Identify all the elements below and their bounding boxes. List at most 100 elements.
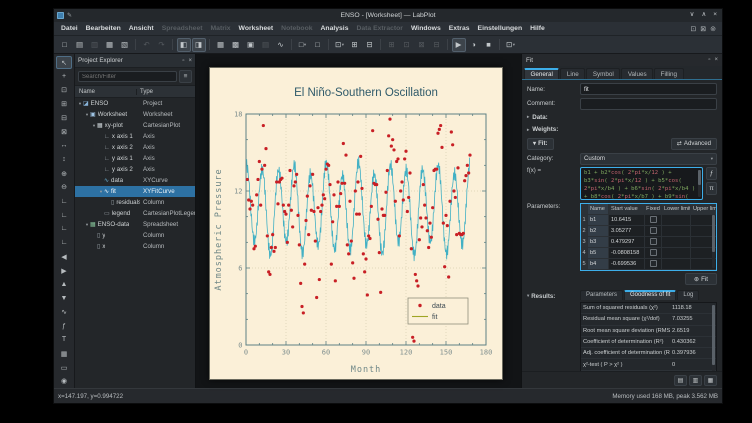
shift-down-y-tool-button[interactable]: ▼ <box>56 292 72 305</box>
column-header-type[interactable]: Type <box>137 89 195 95</box>
filter-options-icon[interactable]: ≡ <box>179 70 192 83</box>
param-start-value-cell[interactable]: -0.699536 <box>609 259 645 269</box>
menu-einstellungen[interactable]: Einstellungen <box>474 25 527 32</box>
zoom-x-select-tool-button[interactable]: ⊞ <box>56 98 72 111</box>
load-template-button[interactable]: ▦ <box>704 375 717 386</box>
section-weights[interactable]: ▸ Weights: <box>527 125 717 135</box>
shift-left-x-tool-button[interactable]: ◀ <box>56 250 72 263</box>
results-tab-log[interactable]: Log <box>677 290 699 300</box>
import-menu-button[interactable]: □▾ <box>296 38 310 52</box>
parameters-scrollbar[interactable] <box>712 215 715 268</box>
param-lower-limit-cell[interactable] <box>662 226 691 236</box>
formula-editor[interactable]: b1 + b2*cos( 2*pi*x/12 ) + b3*sin( 2*pi*… <box>580 167 703 200</box>
tree-row-fit[interactable]: ▾∿fitXYFitCurve <box>75 186 195 197</box>
zoom-in-tool-button[interactable]: ⊕ <box>56 167 72 180</box>
tree-row-enso-data[interactable]: ▾▦ENSO-dataSpreadsheet <box>75 219 195 230</box>
section-fit-button[interactable]: ▾ Fit: <box>527 138 554 150</box>
menu-analysis[interactable]: Analysis <box>317 25 353 32</box>
auto-scale-x-tool-button[interactable]: ↔ <box>56 139 72 152</box>
x-axis-label[interactable]: Month <box>351 365 382 375</box>
zoom-in-button[interactable]: ⊞ <box>348 38 362 52</box>
add-legend-tool-button[interactable]: ▭ <box>56 361 72 374</box>
add-text-tool-button[interactable]: T <box>56 333 72 346</box>
titlebar[interactable]: ✎ ENSO - [Worksheet] — LabPlot ∨ ∧ × <box>54 9 722 22</box>
param-fixed-checkbox[interactable] <box>650 260 657 267</box>
tree-row-x[interactable]: ▯xColumn <box>75 241 195 252</box>
dock-float-icon[interactable]: ▫ <box>708 57 710 63</box>
tab-values[interactable]: Values <box>621 68 653 79</box>
param-fixed-checkbox[interactable] <box>650 238 657 245</box>
new-datapicker-button[interactable]: ∿ <box>274 38 288 52</box>
new-project-button[interactable]: □ <box>58 38 72 52</box>
worksheet-view[interactable]: 0306090120150180061218El Niño-Southern O… <box>196 54 521 388</box>
param-start-value-cell[interactable]: 3.05277 <box>609 226 645 236</box>
minimize-button[interactable]: ∨ <box>690 12 695 19</box>
y-axis-label[interactable]: Atmospheric Pressure <box>214 168 224 290</box>
menu-extras[interactable]: Extras <box>445 25 474 32</box>
open-project-button[interactable]: ▤ <box>73 38 87 52</box>
add-equation-curve-tool-button[interactable]: ƒ <box>56 319 72 332</box>
menu-matrix[interactable]: Matrix <box>207 25 235 32</box>
param-start-value-cell[interactable]: 10.6415 <box>609 215 645 225</box>
tree-row-legend[interactable]: ▭legendCartesianPlotLegend <box>75 208 195 219</box>
menu-data-extractor[interactable]: Data Extractor <box>352 25 406 32</box>
menu-worksheet[interactable]: Worksheet <box>235 25 278 32</box>
pause-button[interactable]: ◑ <box>467 38 481 52</box>
toggle-project-explorer-button[interactable]: ◧ <box>177 38 191 52</box>
section-data[interactable]: ▸ Data: <box>527 112 717 122</box>
new-worksheet-button[interactable]: ▣ <box>244 38 258 52</box>
zoom-out-tool-button[interactable]: ⊖ <box>56 181 72 194</box>
zoom-select-tool-button[interactable]: ⊡ <box>56 84 72 97</box>
search-input[interactable] <box>78 71 177 82</box>
mdi-close-icon[interactable]: ⊠ <box>700 25 706 33</box>
menu-bearbeiten[interactable]: Bearbeiten <box>82 25 125 32</box>
param-lower-limit-cell[interactable] <box>662 237 691 247</box>
param-fixed-checkbox[interactable] <box>650 227 657 234</box>
param-start-value-cell[interactable]: -0.0808158 <box>609 248 645 258</box>
tree-row-data[interactable]: ∿dataXYCurve <box>75 175 195 186</box>
shift-up-y-tool-button[interactable]: ▲ <box>56 278 72 291</box>
reset-settings-button[interactable]: ▤ <box>674 375 687 386</box>
tree-row-y[interactable]: ▯yColumn <box>75 230 195 241</box>
menu-datei[interactable]: Datei <box>57 25 82 32</box>
zoom-in-y-tool-button[interactable]: ∟ <box>56 222 72 235</box>
param-name-cell[interactable]: b2 <box>588 226 609 236</box>
parameter-row-b1[interactable]: 1b110.6415 <box>581 215 716 226</box>
insert-function-button[interactable]: ƒ <box>706 167 717 180</box>
new-matrix-button[interactable]: ▩ <box>229 38 243 52</box>
name-field[interactable] <box>580 83 717 95</box>
dock-close-icon[interactable]: × <box>188 58 192 64</box>
tree-row-xy-plot[interactable]: ▾▦xy-plotCartesianPlot <box>75 120 195 131</box>
insert-constant-button[interactable]: π <box>706 182 717 195</box>
tree-row-residuals[interactable]: ▯residualsColumn <box>75 197 195 208</box>
shift-right-x-tool-button[interactable]: ▶ <box>56 264 72 277</box>
param-name-cell[interactable]: b3 <box>588 237 609 247</box>
auto-scale-tool-button[interactable]: ⊠ <box>56 125 72 138</box>
param-lower-limit-cell[interactable] <box>662 215 691 225</box>
param-lower-limit-cell[interactable] <box>662 259 691 269</box>
close-button[interactable]: × <box>713 12 717 19</box>
tree-column-headers[interactable]: Name Type <box>75 85 195 98</box>
menu-ansicht[interactable]: Ansicht <box>125 25 158 32</box>
new-spreadsheet-button[interactable]: ▦ <box>214 38 228 52</box>
results-tab-parameters[interactable]: Parameters <box>580 290 623 300</box>
layout-combo-button[interactable]: ⊡▾ <box>504 38 518 52</box>
print-button[interactable]: ▦ <box>103 38 117 52</box>
select-tool-button[interactable]: ↖ <box>56 56 72 69</box>
tree-row-x-axis-1[interactable]: ∟x axis 1Axis <box>75 131 195 142</box>
plot-title[interactable]: El Niño-Southern Oscillation <box>294 87 438 99</box>
results-label[interactable]: ▾ Results: <box>527 293 577 300</box>
print-preview-button[interactable]: ▧ <box>118 38 132 52</box>
param-fixed-checkbox[interactable] <box>650 249 657 256</box>
tree-row-worksheet[interactable]: ▾▣WorksheetWorksheet <box>75 109 195 120</box>
parameter-row-b2[interactable]: 2b23.05277 <box>581 226 716 237</box>
menu-hilfe[interactable]: Hilfe <box>526 25 549 32</box>
tab-filling[interactable]: Filling <box>654 68 683 79</box>
parameter-row-b4[interactable]: 5b4-0.699536 <box>581 259 716 270</box>
tab-general[interactable]: General <box>524 68 559 79</box>
param-name-cell[interactable]: b1 <box>588 215 609 225</box>
tab-line[interactable]: Line <box>560 68 585 79</box>
auto-scale-y-tool-button[interactable]: ↕ <box>56 153 72 166</box>
xy-plot-canvas[interactable]: 0306090120150180061218El Niño-Southern O… <box>210 68 502 379</box>
param-name-cell[interactable]: b5 <box>588 248 609 258</box>
